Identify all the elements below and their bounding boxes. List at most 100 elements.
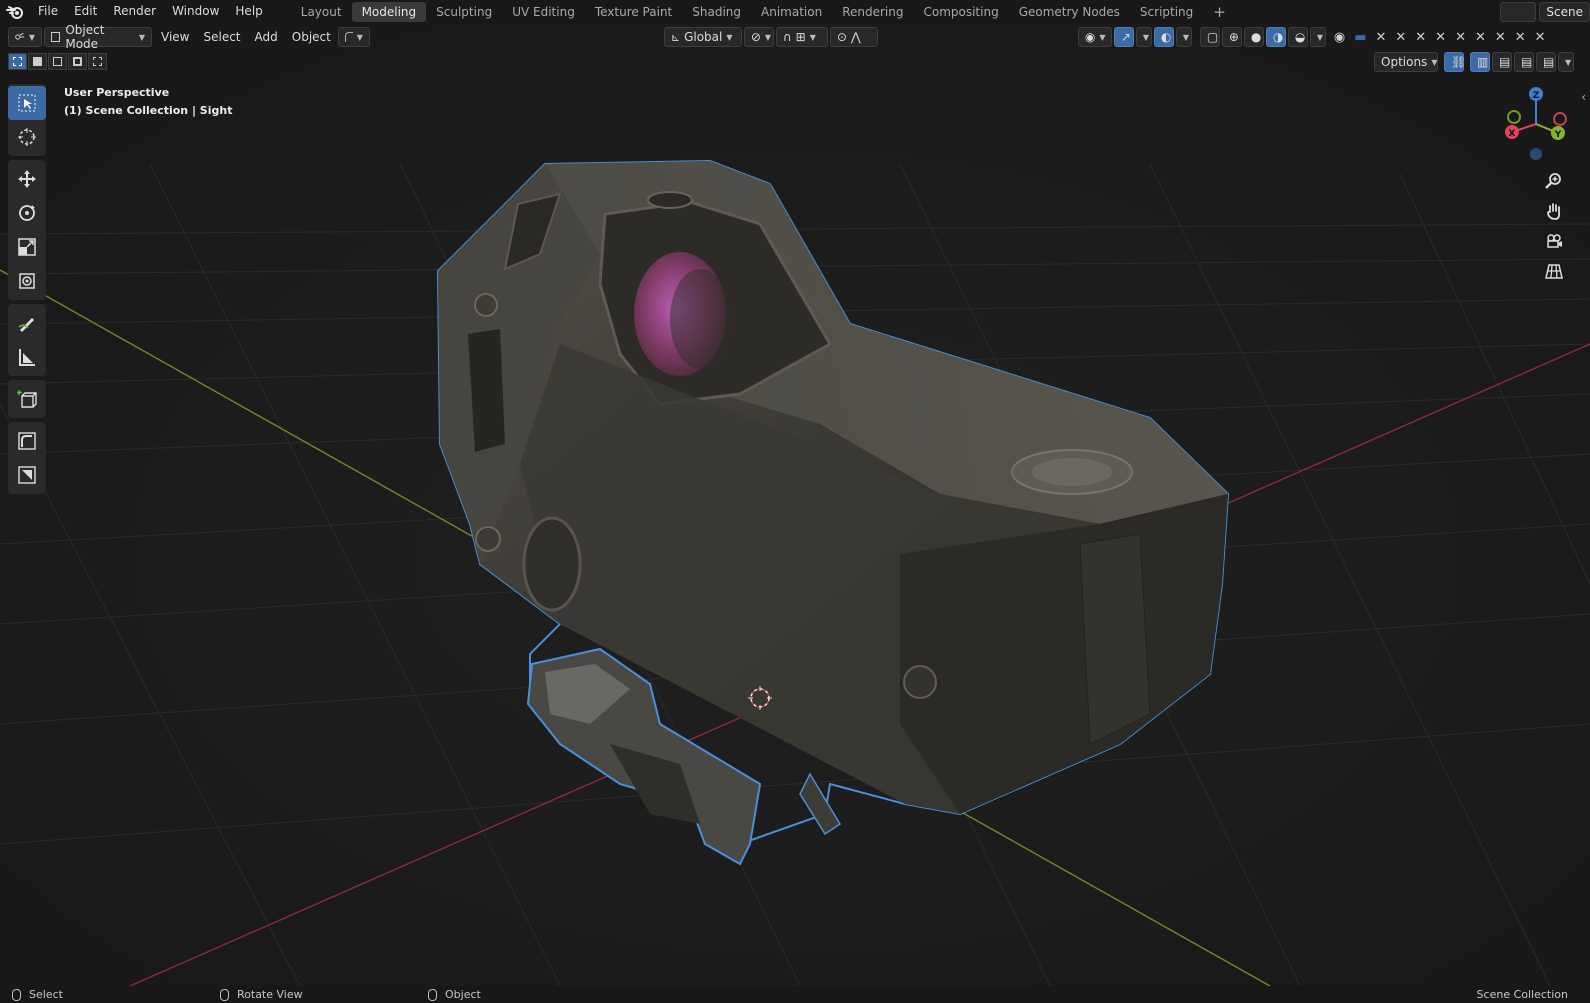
orientation-label: Global xyxy=(684,30,723,44)
status-object: Object xyxy=(428,988,481,1001)
gizmo-icon: ↗ xyxy=(1120,30,1131,44)
gizmo-toggle[interactable]: ↗ xyxy=(1113,27,1134,47)
solid-shading[interactable]: ● xyxy=(1243,27,1264,47)
layout-icon-2: ▤ xyxy=(1499,55,1511,69)
select-intersect-icon[interactable] xyxy=(88,53,107,70)
cursor-icon[interactable] xyxy=(8,120,46,154)
rendered-shading[interactable]: ◒ xyxy=(1287,27,1308,47)
tab-scripting[interactable]: Scripting xyxy=(1130,2,1203,22)
xray-toggle[interactable]: ▢ xyxy=(1199,27,1220,47)
layout-3-button[interactable]: ▤ xyxy=(1514,52,1534,72)
selection-mode-buttons xyxy=(8,53,108,70)
object-gizmo-dropdown[interactable]: ▼ xyxy=(337,27,370,47)
gizmo-dropdown[interactable]: ▼ xyxy=(1135,27,1152,47)
layout-4-button[interactable]: ▤ xyxy=(1536,52,1556,72)
menu-file[interactable]: File xyxy=(30,0,66,24)
menu-object[interactable]: Object xyxy=(285,27,338,47)
visibility-filters[interactable]: ◉ ▬ ✕✕✕✕ ✕✕✕✕✕ xyxy=(1334,30,1555,45)
select-extend-icon[interactable] xyxy=(28,53,47,70)
menu-help[interactable]: Help xyxy=(227,0,270,24)
select-box-icon[interactable] xyxy=(8,86,46,120)
menu-view[interactable]: View xyxy=(154,27,196,47)
layout-1-button[interactable]: ▥ xyxy=(1470,52,1490,72)
add-cube-icon[interactable] xyxy=(8,382,46,416)
link-toggle[interactable]: ⛓ xyxy=(1444,52,1466,72)
pivot-icon: ⊘ xyxy=(750,30,761,44)
layout-2-button[interactable]: ▤ xyxy=(1492,52,1512,72)
mode-selector[interactable]: Object Mode ▼ xyxy=(44,24,152,51)
status-bar: Select Rotate View Object Scene Collecti… xyxy=(0,986,1590,1003)
transform-orientation[interactable]: ⊾ Global ▼ xyxy=(663,27,742,47)
gizmo-neg-y[interactable] xyxy=(1507,110,1521,124)
proportional-edit-toggle[interactable]: ⊙ ⋀ xyxy=(829,27,878,47)
scene-browse-button[interactable] xyxy=(1500,2,1537,22)
wireframe-shading[interactable]: ⊕ xyxy=(1221,27,1242,47)
overlays-dropdown[interactable]: ▼ xyxy=(1175,27,1192,47)
annotate-icon[interactable] xyxy=(8,306,46,340)
tab-animation[interactable]: Animation xyxy=(751,2,832,22)
xray-icon: ▢ xyxy=(1206,30,1219,44)
selectable-icon: ▬ xyxy=(1354,29,1376,45)
solid-sphere-icon: ● xyxy=(1250,30,1262,44)
top-bar: File Edit Render Window Help Layout Mode… xyxy=(0,0,1590,24)
tab-modeling[interactable]: Modeling xyxy=(351,2,427,22)
menu-window[interactable]: Window xyxy=(164,0,227,24)
gizmo-neg-z[interactable] xyxy=(1530,148,1542,160)
blender-logo-icon[interactable] xyxy=(0,0,30,24)
tab-rendering[interactable]: Rendering xyxy=(832,2,913,22)
select-invert-icon[interactable] xyxy=(68,53,87,70)
add-primitive-icon[interactable] xyxy=(8,458,46,492)
3d-viewport[interactable]: ▼ Object Mode ▼ View Select Add Object ▼… xyxy=(0,24,1590,986)
tab-compositing[interactable]: Compositing xyxy=(913,2,1008,22)
rotate-icon[interactable] xyxy=(8,196,46,230)
menu-edit[interactable]: Edit xyxy=(66,0,105,24)
layout-icon-4: ▤ xyxy=(1543,55,1555,69)
material-shading[interactable]: ◑ xyxy=(1265,27,1286,47)
tab-texture-paint[interactable]: Texture Paint xyxy=(585,2,682,22)
editor-type-button[interactable]: ▼ xyxy=(8,27,42,47)
menu-render[interactable]: Render xyxy=(105,0,164,24)
shading-dropdown[interactable]: ▼ xyxy=(1309,27,1326,47)
options-label: Options xyxy=(1381,55,1428,69)
measure-icon[interactable] xyxy=(8,340,46,374)
navigation-gizmo[interactable]: Z X Y xyxy=(1498,84,1572,164)
tab-uv-editing[interactable]: UV Editing xyxy=(502,2,585,22)
tab-geometry-nodes[interactable]: Geometry Nodes xyxy=(1009,2,1130,22)
snap-toggle[interactable]: ∩ ⊞ ▼ xyxy=(775,27,828,47)
tab-sculpting[interactable]: Sculpting xyxy=(426,2,502,22)
tab-layout[interactable]: Layout xyxy=(291,2,352,22)
workspace-tabs: Layout Modeling Sculpting UV Editing Tex… xyxy=(291,0,1236,24)
overlays-icon: ◐ xyxy=(1160,30,1172,44)
falloff-icon: ⋀ xyxy=(850,30,861,44)
tab-shading[interactable]: Shading xyxy=(682,2,751,22)
options-row: Options ▼ ⛓ ▥ ▤ ▤ ▤ ▼ xyxy=(1374,52,1576,72)
material-sphere-icon: ◑ xyxy=(1272,30,1284,44)
scale-icon[interactable] xyxy=(8,230,46,264)
menu-add[interactable]: Add xyxy=(248,27,285,47)
overlays-toggle[interactable]: ◐ xyxy=(1153,27,1174,47)
navigation-buttons xyxy=(1540,166,1568,286)
select-subtract-icon[interactable] xyxy=(48,53,67,70)
status-select: Select xyxy=(12,988,220,1001)
shear-icon[interactable] xyxy=(8,424,46,458)
eye-icon: ◉ xyxy=(1333,29,1355,45)
layout-dropdown[interactable]: ▼ xyxy=(1558,52,1574,72)
viewport-header: ▼ Object Mode ▼ View Select Add Object ▼… xyxy=(0,24,1590,51)
pivot-point-button[interactable]: ⊘ ▼ xyxy=(743,27,774,47)
sidebar-toggle-icon[interactable]: ‹ xyxy=(1581,90,1586,104)
zoom-icon[interactable] xyxy=(1540,166,1568,196)
scene-selector: Scene xyxy=(1500,1,1590,23)
select-new-icon[interactable] xyxy=(8,53,27,70)
menu-select[interactable]: Select xyxy=(196,27,247,47)
transform-icon[interactable] xyxy=(8,264,46,298)
add-workspace-button[interactable]: + xyxy=(1203,2,1236,22)
move-icon[interactable] xyxy=(8,162,46,196)
gizmo-neg-x[interactable] xyxy=(1553,112,1567,126)
scene-name-field[interactable]: Scene xyxy=(1539,2,1590,22)
pan-hand-icon[interactable] xyxy=(1540,196,1568,226)
collection-label: (1) Scene Collection | Sight xyxy=(64,104,233,117)
options-dropdown[interactable]: Options ▼ xyxy=(1374,52,1438,72)
grid-icon[interactable] xyxy=(1540,256,1568,286)
camera-icon[interactable] xyxy=(1540,226,1568,256)
visibility-dropdown[interactable]: ◉ ▼ xyxy=(1077,27,1112,47)
